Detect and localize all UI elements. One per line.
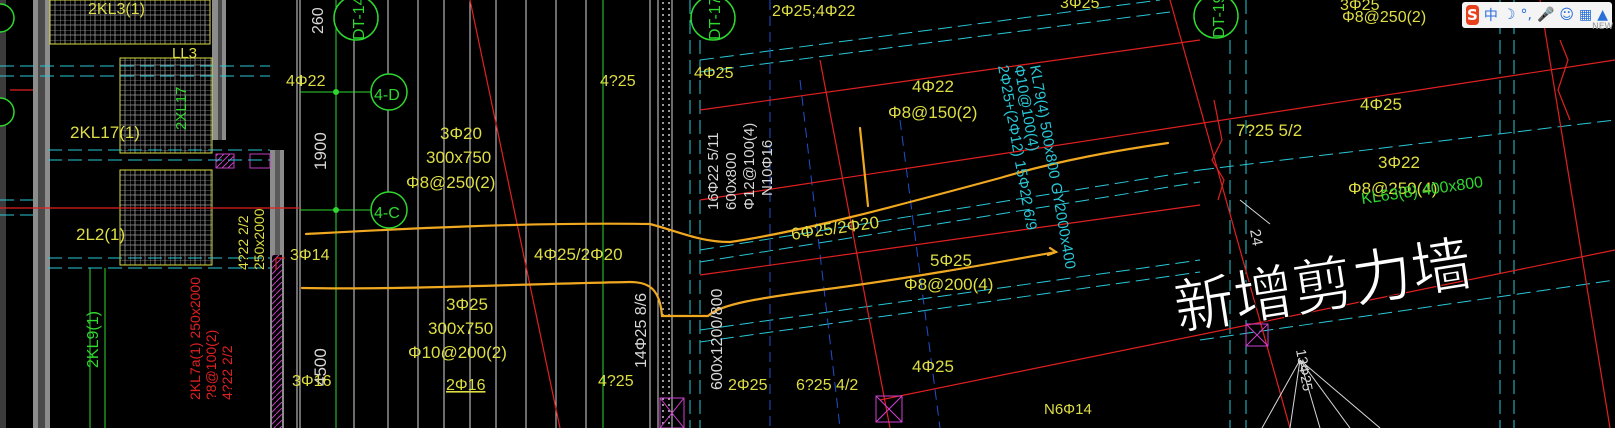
beam-label-2kl17: 2KL17(1) xyxy=(70,123,140,142)
grid-label-4d: 4-D xyxy=(374,87,400,104)
beam-label-2kl7a: 2KL7a(1) 250x2000 xyxy=(187,277,203,400)
dimension-260: 260 xyxy=(310,7,327,34)
moon-icon[interactable]: ☽ xyxy=(1503,7,1516,23)
emoji-icon[interactable]: ☺ xyxy=(1559,7,1574,23)
rebar-4d25-right: 4Φ25 xyxy=(1360,95,1402,114)
column-n10d16: N10Φ16 xyxy=(759,140,776,196)
column-label-dt14: DT-14 xyxy=(351,0,368,40)
dimension-1900: 1900 xyxy=(311,132,330,170)
cad-drawing[interactable]: 2KL3(1) LL3 2KL17(1) 2XL17 2L2(1) 2KL9(1… xyxy=(0,0,1615,428)
rebar-3d16: 3Φ16 xyxy=(292,373,332,390)
rebar-n6d14: N6Φ14 xyxy=(1044,401,1092,418)
ime-new-badge: NEW xyxy=(1592,22,1614,32)
column-label-dt19: DT-19 xyxy=(1211,0,1228,38)
beam-label-ll3: LL3 xyxy=(172,45,197,62)
skin-icon[interactable]: ▲ xyxy=(1597,7,1608,23)
beam-label-2kl7a-rebar: 4?22 2/2 xyxy=(219,345,235,400)
added-shear-wall-label: 新增剪力墙 xyxy=(1169,229,1476,345)
microphone-icon[interactable]: 🎤 xyxy=(1537,7,1554,23)
punctuation-icon[interactable]: °, xyxy=(1520,7,1531,23)
rebar-4q25-top: 4?25 xyxy=(600,73,636,90)
cyan-dashed-lines xyxy=(0,0,1615,428)
column-rebar-14d25: 14Φ25 8/6 xyxy=(633,293,650,368)
rebar-2d25-bottom: 2Φ25 xyxy=(728,377,768,394)
beam-label-kl79: KL79(4) 500x800 GY2000x400 xyxy=(1026,64,1079,271)
column-rebar-16d22: 16Φ22 5/11 xyxy=(705,132,722,210)
rebar-3d20: 3Φ20 xyxy=(440,124,482,143)
rebar-4d22-mid: 4Φ22 xyxy=(912,77,954,96)
beam-size-300x750-top: 300x750 xyxy=(426,148,491,167)
rebar-7q25: 7?25 5/2 xyxy=(1236,121,1302,140)
rebar-4d25-mid: 4Φ25 xyxy=(912,357,954,376)
beam-label-2kl3: 2KL3(1) xyxy=(88,1,145,18)
rebar-3d14: 3Φ14 xyxy=(290,247,330,264)
sogou-logo-icon[interactable]: S xyxy=(1466,5,1479,25)
stirrup-8-150: Φ8@150(2) xyxy=(888,103,977,122)
rebar-2d16: 2Φ16 xyxy=(446,377,486,394)
grid-label-4c: 4-C xyxy=(374,205,400,222)
stirrup-8-250-2: Φ8@250(2) xyxy=(1342,9,1426,26)
ime-language-toggle[interactable]: 中 xyxy=(1484,5,1498,25)
cad-canvas[interactable]: 2KL3(1) LL3 2KL17(1) 2XL17 2L2(1) 2KL9(1… xyxy=(0,0,1615,428)
stirrup-10-200: Φ10@200(2) xyxy=(408,343,507,362)
rebar-5d25: 5Φ25 xyxy=(930,251,972,270)
rebar-4d22: 4Φ22 xyxy=(286,73,326,90)
dotted-column xyxy=(662,0,671,428)
column-size-600x800: 600x800 xyxy=(723,152,740,210)
rebar-3d25-top-mid: 3Φ25 xyxy=(1060,0,1100,12)
column-size-600x1200: 600x1200/800 xyxy=(709,288,726,390)
rebar-4d25-2d20: 4Φ25/2Φ20 xyxy=(534,245,623,264)
rebar-2d25-4d22: 2Φ25;4Φ22 xyxy=(772,3,855,20)
wall-size-label: 250x2000 xyxy=(251,208,267,270)
rebar-3d22: 3Φ22 xyxy=(1378,153,1420,172)
beam-label-2kl9: 2KL9(1) xyxy=(85,311,102,368)
beam-label-2kl7a-stirrup: ?8@100(2) xyxy=(203,330,219,400)
label-24: 24 xyxy=(1246,228,1266,247)
rebar-4q25-bottom: 4?25 xyxy=(598,373,634,390)
rebar-6d25-2d20: 6Φ25/2Φ20 xyxy=(790,213,880,244)
column-label-dt17: DT-17 xyxy=(707,0,724,40)
white-verticals xyxy=(296,0,673,428)
rebar-3d25: 3Φ25 xyxy=(446,295,488,314)
toolbox-icon[interactable]: ▦ xyxy=(1579,7,1592,23)
column-stirrup-12-100: Φ12@100(4) xyxy=(741,123,758,210)
stirrup-8-250: Φ8@250(2) xyxy=(406,173,495,192)
wall-rebar-label: 4?22 2/2 xyxy=(235,215,251,270)
beam-label-2l2: 2L2(1) xyxy=(76,225,125,244)
red-lines xyxy=(0,0,1615,428)
beam-size-300x750-bottom: 300x750 xyxy=(428,319,493,338)
ime-toolbar[interactable]: S 中 ☽ °, 🎤 ☺ ▦ ▲ xyxy=(1462,2,1612,28)
rebar-4d25-top: 4Φ25 xyxy=(694,65,734,82)
rebar-6q25: 6?25 4/2 xyxy=(796,377,858,394)
stirrup-8-200: Φ8@200(4) xyxy=(904,275,993,294)
beam-label-2xl17: 2XL17 xyxy=(173,87,190,130)
